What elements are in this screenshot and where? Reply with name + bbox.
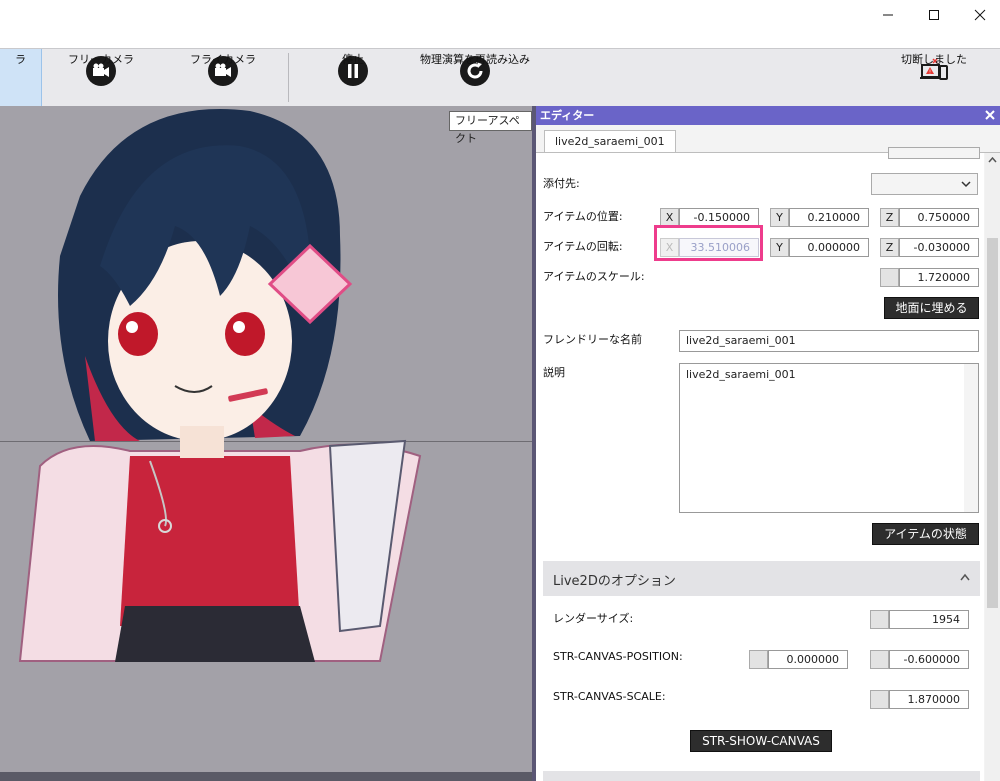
highlight-annotation-box (654, 225, 763, 261)
description-label: 説明 (543, 366, 565, 379)
chevron-down-icon (961, 181, 971, 188)
rotation-z-axis[interactable]: Z (880, 238, 899, 257)
cropped-dropdown[interactable] (888, 147, 980, 159)
rotation-label: アイテムの回転: (543, 240, 623, 253)
position-z-field[interactable]: 0.750000 (899, 208, 979, 227)
editor-close-button[interactable] (982, 106, 998, 125)
close-icon (985, 110, 995, 120)
canvas-position-y-field[interactable]: -0.600000 (889, 650, 969, 669)
editor-scrollbar-thumb[interactable] (987, 238, 998, 608)
render-size-drag-handle[interactable] (870, 610, 889, 629)
toolbar: ラ フリーカメラ フライカメラ 停止 物理演算を再読み込み ! 切断しました (0, 48, 1000, 107)
fly-camera-button[interactable]: フライカメラ (182, 49, 264, 106)
position-z-axis[interactable]: Z (880, 208, 899, 227)
free-aspect-button[interactable]: フリーアスペクト (449, 111, 532, 145)
item-state-button[interactable]: アイテムの状態 (872, 523, 979, 545)
reload-physics-label: 物理演算を再読み込み (420, 53, 530, 66)
scale-label: アイテムのスケール: (543, 270, 645, 283)
editor-panel: エディター live2d_saraemi_001 添付先: アイテムの位置: X… (536, 106, 1000, 781)
live2d-character-model[interactable] (0, 106, 532, 772)
friendly-name-label: フレンドリーな名前 (543, 333, 642, 346)
live2d-options-header[interactable]: Live2Dのオプション (543, 561, 980, 596)
tab-live2d-item[interactable]: live2d_saraemi_001 (544, 130, 676, 152)
position-y-field[interactable]: 0.210000 (789, 208, 869, 227)
live2d-options-title: Live2Dのオプション (553, 574, 676, 589)
fly-camera-label: フライカメラ (190, 53, 256, 66)
friendly-name-input[interactable]: live2d_saraemi_001 (679, 330, 979, 352)
canvas-scale-label: STR-CANVAS-SCALE: (553, 690, 666, 703)
rotation-y-axis[interactable]: Y (770, 238, 789, 257)
ground-snap-button[interactable]: 地面に埋める (884, 297, 979, 319)
svg-text:!: ! (929, 70, 931, 76)
canvas-position-y-handle[interactable] (870, 650, 889, 669)
viewport-3d[interactable]: フリーアスペクト (0, 106, 532, 772)
editor-title: エディター (540, 109, 595, 122)
next-section-header[interactable] (543, 771, 980, 781)
editor-content: 添付先: アイテムの位置: X -0.150000 Y 0.210000 Z 0… (536, 147, 984, 781)
render-size-field[interactable]: 1954 (889, 610, 969, 629)
minimize-icon (883, 14, 893, 16)
canvas-position-x-handle[interactable] (749, 650, 768, 669)
free-camera-button[interactable]: フリーカメラ (60, 49, 142, 106)
toolbar-separator (288, 53, 289, 102)
rotation-z-field[interactable]: -0.030000 (899, 238, 979, 257)
description-text: live2d_saraemi_001 (686, 368, 796, 381)
maximize-button[interactable] (911, 0, 957, 30)
scale-drag-handle[interactable] (880, 268, 899, 287)
reload-physics-button[interactable]: 物理演算を再読み込み (415, 49, 535, 106)
toolbar-camera-label: ラ (15, 53, 26, 66)
scale-field[interactable]: 1.720000 (899, 268, 979, 287)
render-size-label: レンダーサイズ: (553, 612, 634, 625)
canvas-scale-field[interactable]: 1.870000 (889, 690, 969, 709)
editor-scrollbar[interactable] (985, 153, 1000, 781)
minimize-button[interactable] (865, 0, 911, 30)
disconnect-status-button[interactable]: ! 切断しました (896, 49, 972, 106)
rotation-y-field[interactable]: 0.000000 (789, 238, 869, 257)
pause-button[interactable]: 停止 (322, 49, 384, 106)
editor-title-bar: エディター (536, 106, 1000, 125)
close-icon (974, 9, 986, 21)
chevron-up-icon (960, 570, 970, 584)
canvas-position-x-field[interactable]: 0.000000 (768, 650, 848, 669)
toolbar-camera-button[interactable]: ラ (0, 49, 42, 106)
maximize-icon (929, 10, 939, 20)
close-button[interactable] (957, 0, 1000, 30)
disconnect-status-label: 切断しました (901, 53, 967, 66)
attach-target-select[interactable] (871, 173, 978, 195)
position-y-axis[interactable]: Y (770, 208, 789, 227)
canvas-position-label: STR-CANVAS-POSITION: (553, 650, 683, 663)
free-camera-label: フリーカメラ (68, 53, 134, 66)
title-bar (0, 0, 1000, 48)
description-scrollbar[interactable] (964, 364, 978, 512)
pause-label: 停止 (342, 53, 364, 66)
scroll-up-arrow-icon[interactable] (985, 153, 1000, 167)
description-textarea[interactable]: live2d_saraemi_001 (679, 363, 979, 513)
position-label: アイテムの位置: (543, 210, 623, 223)
attach-label: 添付先: (543, 177, 580, 190)
canvas-scale-drag-handle[interactable] (870, 690, 889, 709)
show-canvas-button[interactable]: STR-SHOW-CANVAS (690, 730, 832, 752)
